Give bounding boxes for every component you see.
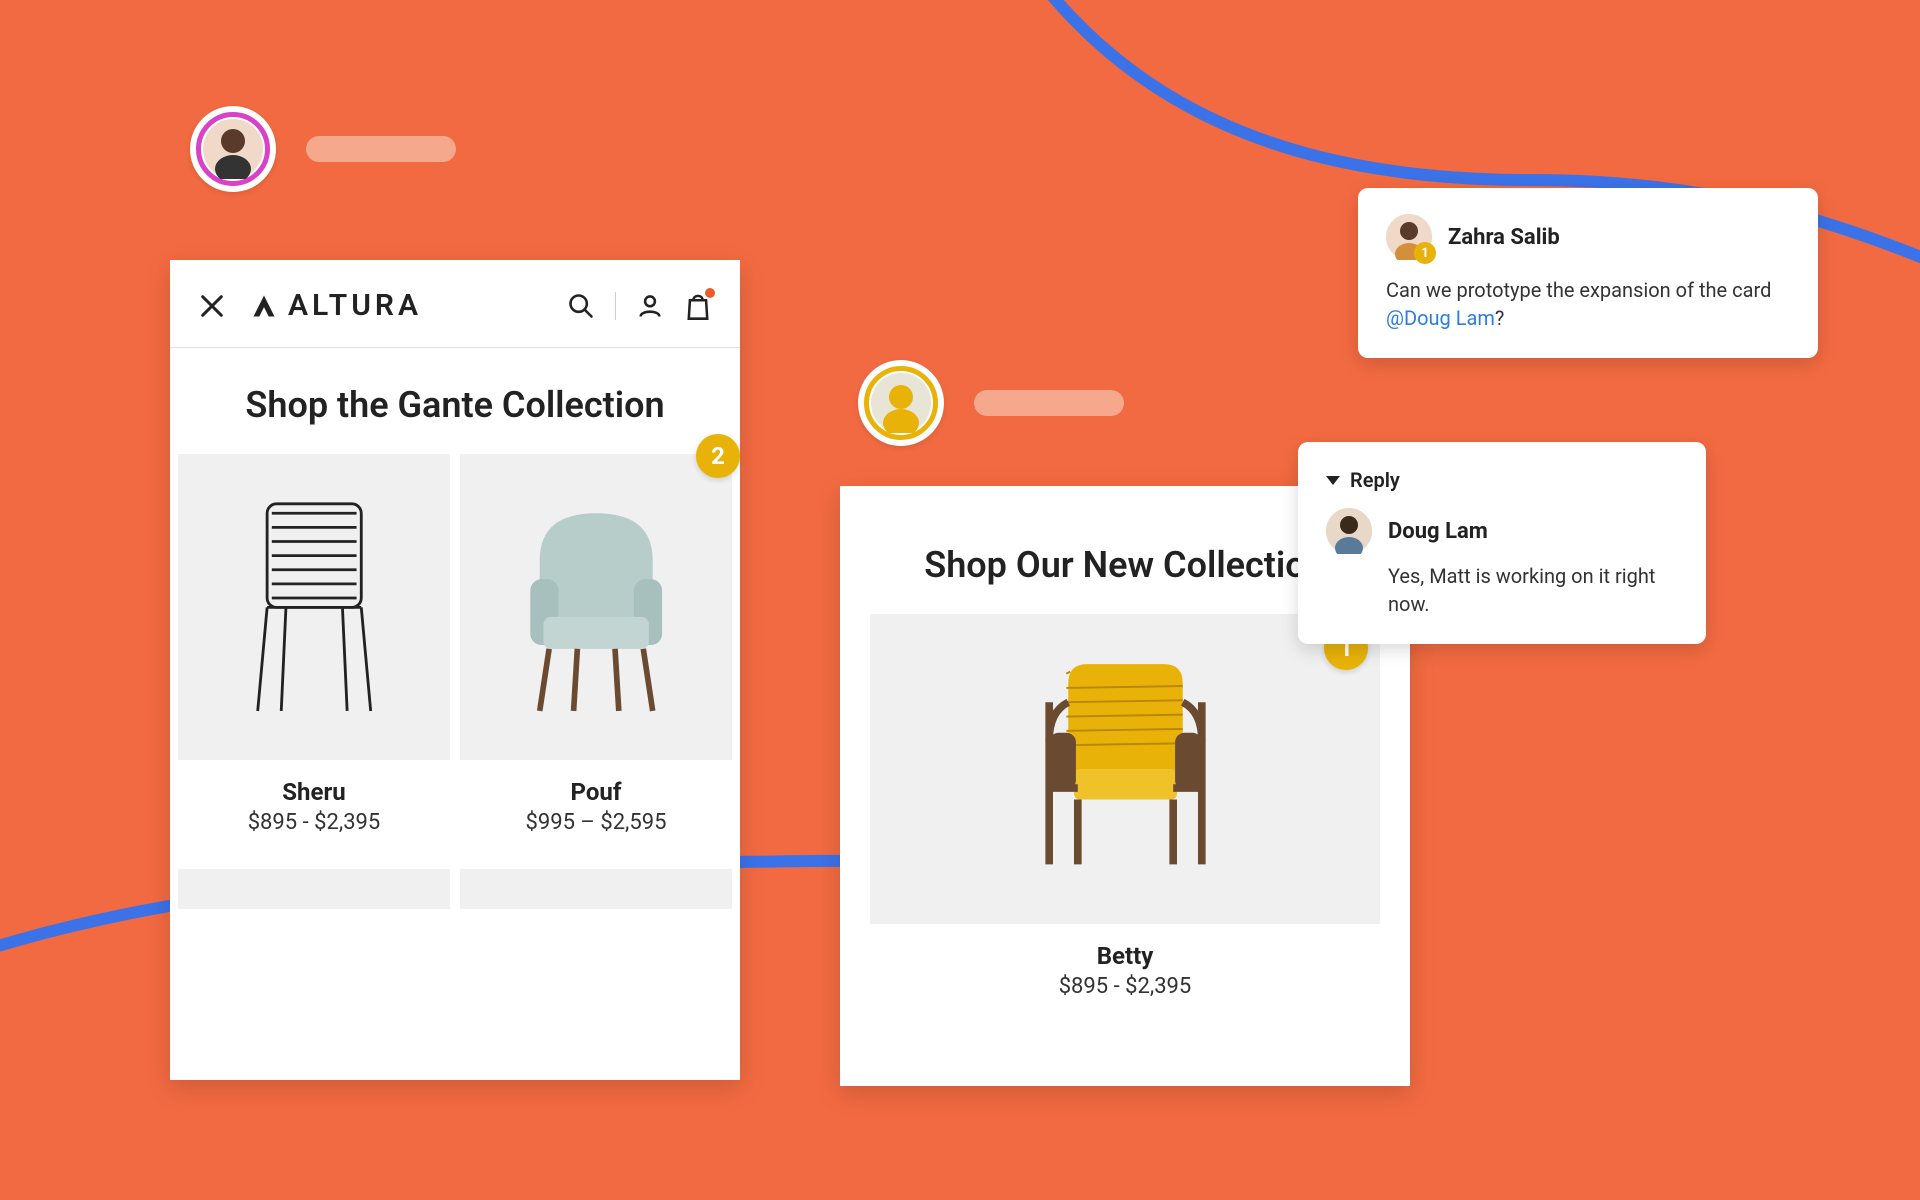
collaborator-cursor-1 [190, 106, 456, 192]
reply-card[interactable]: Reply Doug Lam Yes, Matt is working on i… [1298, 442, 1706, 644]
product-price: $895 - $2,395 [870, 974, 1380, 999]
product-tile[interactable] [460, 869, 732, 909]
product-price: $895 - $2,395 [178, 810, 450, 835]
caret-down-icon [1326, 476, 1340, 485]
cursor-label-pill [306, 136, 456, 162]
comment-text-post: ? [1495, 306, 1504, 330]
comment-badge[interactable]: 2 [696, 434, 740, 478]
product-image [947, 645, 1304, 893]
divider [615, 292, 616, 320]
app-header: ALTURA [170, 260, 740, 348]
comment-card[interactable]: 1 Zahra Salib Can we prototype the expan… [1358, 188, 1818, 358]
section-title: Shop the Gante Collection [170, 348, 740, 454]
comment-number-badge: 1 [1414, 242, 1436, 264]
product-info: Sheru $895 - $2,395 [178, 760, 450, 845]
product-tile[interactable] [178, 454, 450, 760]
close-icon[interactable] [198, 292, 226, 320]
product-name: Pouf [460, 778, 732, 806]
product-grid-row-2 [170, 869, 740, 909]
mention-link[interactable]: @Doug Lam [1386, 306, 1495, 330]
avatar [1326, 508, 1372, 554]
bag-notification-dot [705, 288, 715, 298]
reply-label: Reply [1350, 468, 1400, 492]
comment-body: Yes, Matt is working on it right now. [1388, 562, 1678, 618]
product-image [219, 485, 409, 730]
avatar [203, 119, 263, 179]
cursor-label-pill [974, 390, 1124, 416]
product-image [501, 485, 691, 730]
comment-body: Can we prototype the expansion of the ca… [1386, 276, 1790, 332]
brand-mark-icon [250, 292, 278, 320]
search-icon[interactable] [567, 292, 595, 320]
product-name: Sheru [178, 778, 450, 806]
reply-toggle[interactable]: Reply [1326, 468, 1678, 492]
product-price: $995 – $2,595 [460, 810, 732, 835]
brand-name: ALTURA [288, 288, 422, 323]
bag-icon[interactable] [684, 291, 712, 321]
product-tile[interactable]: 2 [460, 454, 732, 760]
avatar [871, 373, 931, 433]
comment-text-pre: Can we prototype the expansion of the ca… [1386, 278, 1771, 302]
product-info: Betty $895 - $2,395 [870, 924, 1380, 1009]
brand-logo[interactable]: ALTURA [250, 288, 422, 323]
comment-author: Doug Lam [1388, 519, 1488, 544]
account-icon[interactable] [636, 292, 664, 320]
product-tile[interactable] [178, 869, 450, 909]
product-name: Betty [870, 942, 1380, 970]
avatar: 1 [1386, 214, 1432, 260]
comment-author: Zahra Salib [1448, 225, 1560, 250]
collaborator-cursor-2 [858, 360, 1124, 446]
product-info: Pouf $995 – $2,595 [460, 760, 732, 845]
product-grid: Sheru $895 - $2,395 2 [170, 454, 740, 845]
mobile-mock-1: ALTURA Shop the Gante Collection [170, 260, 740, 1080]
product-tile[interactable]: 1 [870, 614, 1380, 924]
